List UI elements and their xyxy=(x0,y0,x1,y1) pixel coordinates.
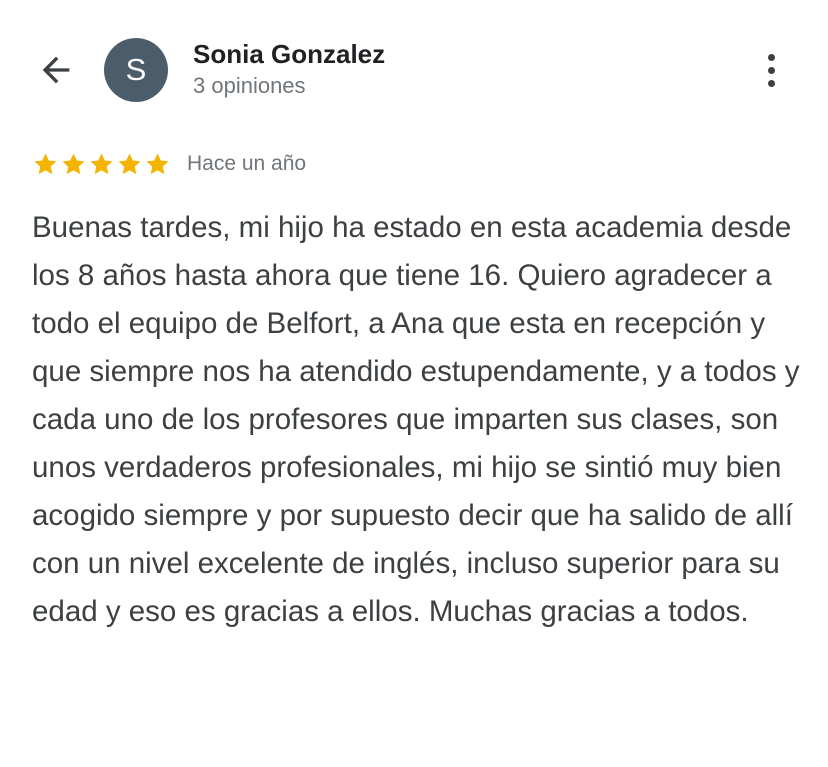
review-text: Buenas tardes, mi hijo ha estado en esta… xyxy=(32,211,800,628)
more-vertical-icon-dot xyxy=(767,66,775,74)
star-filled-icon xyxy=(118,152,141,174)
star-filled-icon xyxy=(34,152,57,174)
rating-row: Hace un año xyxy=(32,150,306,178)
review-date: Hace un año xyxy=(187,152,307,175)
back-button[interactable] xyxy=(30,46,82,94)
avatar[interactable]: S xyxy=(104,38,168,102)
more-vertical-icon-dot xyxy=(767,79,775,87)
star-filled-icon xyxy=(62,152,85,174)
reviewer-name[interactable]: Sonia Gonzalez xyxy=(193,39,385,70)
review-header: S Sonia Gonzalez 3 opiniones xyxy=(0,0,828,140)
avatar-initial: S xyxy=(125,52,147,87)
review-count: 3 opiniones xyxy=(193,73,306,98)
more-options-button[interactable] xyxy=(748,46,794,94)
more-vertical-icon xyxy=(767,53,775,61)
star-filled-icon xyxy=(146,152,169,174)
arrow-left-icon xyxy=(42,56,70,84)
star-filled-icon xyxy=(90,152,113,174)
star-rating xyxy=(32,151,171,178)
